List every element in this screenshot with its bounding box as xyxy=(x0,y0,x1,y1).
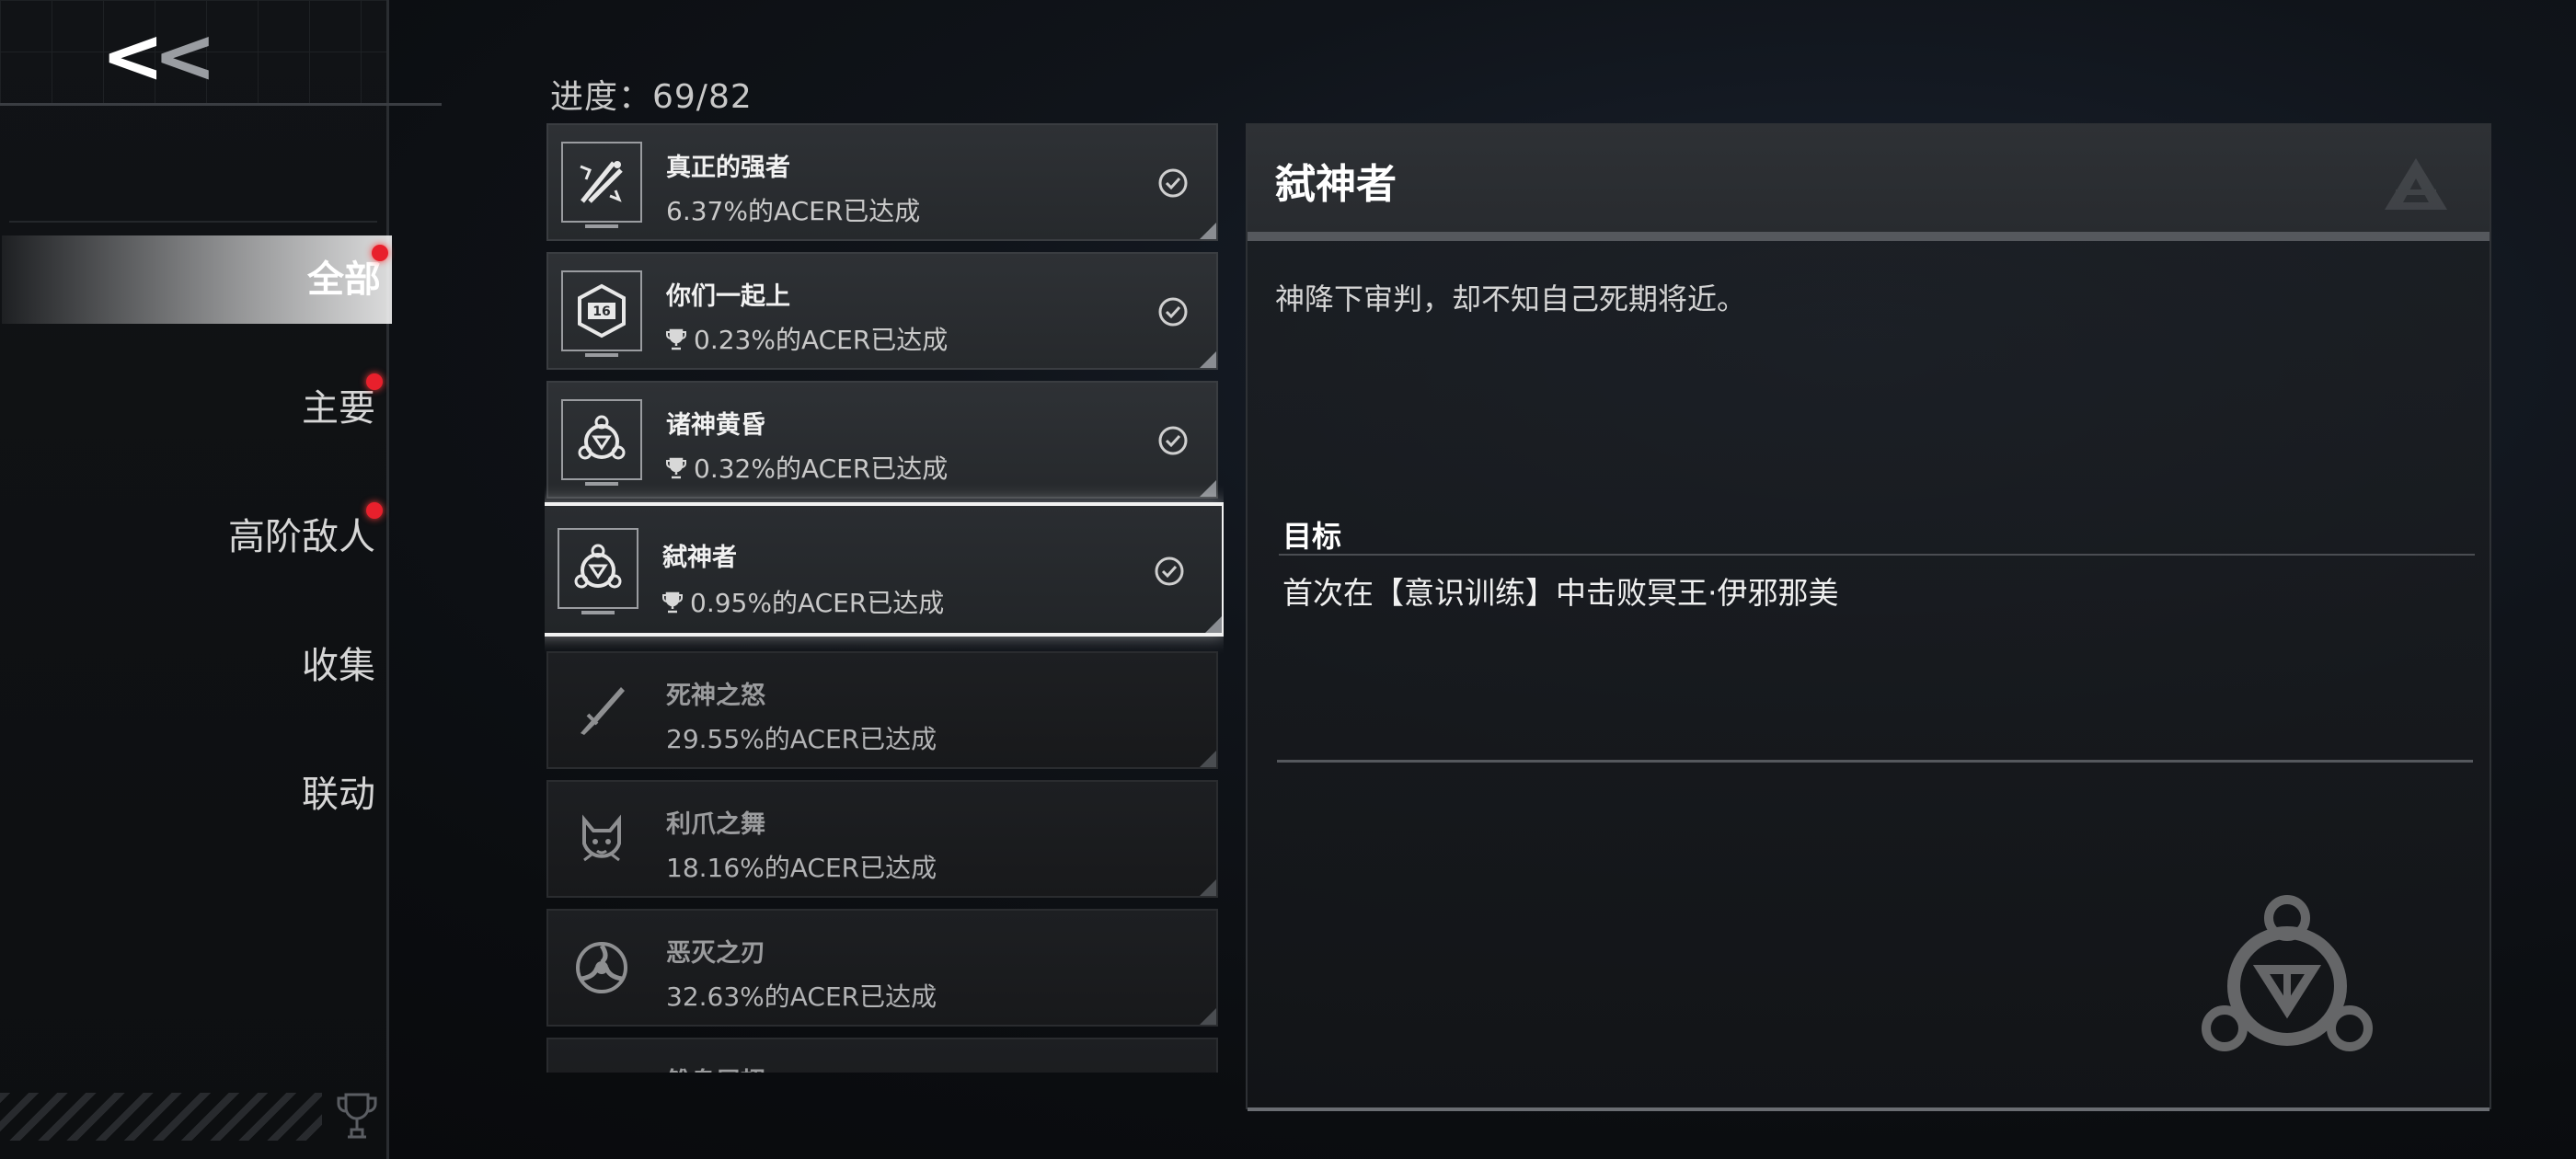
achievement-title: 恶灭之刃 xyxy=(666,939,765,968)
achievement-card[interactable]: 诸神黄昏 0.32%的ACER已达成 xyxy=(546,381,1218,499)
check-circle-icon xyxy=(1155,557,1184,586)
nav-item-all[interactable]: 全部 xyxy=(2,235,392,324)
bird-icon xyxy=(561,1056,642,1073)
achievement-title: 诸神黄昏 xyxy=(666,411,765,440)
detail-header: 弑神者 xyxy=(1248,125,2490,241)
corner-decoration xyxy=(1200,751,1216,767)
corner-decoration xyxy=(1200,223,1216,239)
nav-item-label: 收集 xyxy=(302,645,375,687)
chevron-left-icon: < xyxy=(101,13,165,100)
check-circle-icon xyxy=(1158,168,1188,198)
achievement-card-locked[interactable]: 恶灭之刃 32.63%的ACER已达成 xyxy=(546,909,1218,1027)
svg-text:16: 16 xyxy=(592,304,610,319)
achievement-rate: 32.63%的ACER已达成 xyxy=(666,977,937,1014)
trophy-icon xyxy=(666,328,686,350)
detail-title: 弑神者 xyxy=(1275,161,1397,208)
achievement-card-locked[interactable]: 利爪之舞 18.16%的ACER已达成 xyxy=(546,780,1218,898)
triskelion-icon xyxy=(2202,895,2373,1051)
achievement-rate-text: 32.63%的ACER已达成 xyxy=(666,981,937,1012)
achievement-rate-text: 29.55%的ACER已达成 xyxy=(666,724,937,754)
achievement-card-selected[interactable]: 弑神者 0.95%的ACER已达成 xyxy=(545,502,1224,637)
nav-item-label: 高阶敌人 xyxy=(228,516,375,558)
divider xyxy=(1277,760,2473,763)
progress-text: 进度：69/82 xyxy=(550,78,753,116)
corner-decoration xyxy=(1200,351,1216,368)
achievement-list[interactable]: 真正的强者 6.37%的ACER已达成 16 你们一起上 0.23%的ACER已… xyxy=(545,121,1224,1073)
achievement-rate: 18.16%的ACER已达成 xyxy=(666,848,937,885)
logo-icon xyxy=(2385,158,2447,210)
achievement-card-locked[interactable]: 死神之怒 29.55%的ACER已达成 xyxy=(546,651,1218,769)
achievement-title: 利爪之舞 xyxy=(666,810,765,839)
achievement-card-locked[interactable]: 雏鸟展翅 xyxy=(546,1038,1218,1073)
nav-item-label: 主要 xyxy=(302,387,375,430)
achievement-rate: 0.23%的ACER已达成 xyxy=(666,320,948,357)
goal-text: 首次在【意识训练】中击败冥王·伊邪那美 xyxy=(1282,575,1839,611)
achievement-rate-text: 0.32%的ACER已达成 xyxy=(694,453,949,484)
trophy-icon xyxy=(666,457,686,479)
achievement-title: 雏鸟展翅 xyxy=(666,1061,765,1073)
goal-label: 目标 xyxy=(1282,519,1342,554)
achievement-title: 死神之怒 xyxy=(666,682,765,710)
detail-description: 神降下审判，却不知自己死期将近。 xyxy=(1275,281,1747,316)
nav-item-elite-enemies[interactable]: 高阶敌人 xyxy=(0,493,386,581)
achievement-rate-text: 18.16%的ACER已达成 xyxy=(666,853,937,883)
triskelion-icon xyxy=(561,399,642,486)
corner-decoration xyxy=(1200,1008,1216,1025)
blade-icon xyxy=(561,670,642,751)
check-circle-icon xyxy=(1158,297,1188,327)
back-button[interactable]: << xyxy=(101,19,221,95)
achievement-title: 真正的强者 xyxy=(666,154,790,182)
nav-item-main[interactable]: 主要 xyxy=(0,364,386,453)
triskelion-icon xyxy=(558,528,638,614)
achievement-card[interactable]: 16 你们一起上 0.23%的ACER已达成 xyxy=(546,252,1218,370)
divider xyxy=(1248,1107,2490,1111)
achievement-title: 你们一起上 xyxy=(666,282,790,311)
nav-item-label: 全部 xyxy=(307,258,381,301)
divider xyxy=(1279,554,2475,556)
sidebar: << 全部 主要 高阶敌人 收集 联动 xyxy=(0,0,442,1159)
check-circle-icon xyxy=(1158,426,1188,455)
achievement-rate-text: 0.95%的ACER已达成 xyxy=(690,588,945,618)
achievement-rate-text: 0.23%的ACER已达成 xyxy=(694,325,949,355)
achievement-detail-panel: 弑神者 神降下审判，却不知自己死期将近。 目标 首次在【意识训练】中击败冥王·伊… xyxy=(1246,123,2491,1111)
triple-blade-circle-icon xyxy=(561,927,642,1008)
crossed-swords-icon xyxy=(561,142,642,228)
achievement-rate: 0.95%的ACER已达成 xyxy=(662,583,944,620)
notification-dot xyxy=(366,373,383,390)
stripe-decoration xyxy=(0,1093,322,1141)
chevron-left-icon: < xyxy=(153,13,217,100)
achievement-rate: 0.32%的ACER已达成 xyxy=(666,449,948,486)
achievement-card[interactable]: 真正的强者 6.37%的ACER已达成 xyxy=(546,123,1218,241)
nav-item-collection[interactable]: 收集 xyxy=(0,622,386,710)
corner-decoration xyxy=(1200,879,1216,896)
corner-decoration xyxy=(1200,480,1216,497)
corner-decoration xyxy=(1205,616,1222,633)
nav-item-label: 联动 xyxy=(302,774,375,816)
divider xyxy=(0,103,442,106)
achievement-rate: 29.55%的ACER已达成 xyxy=(666,719,937,756)
achievement-rate-text: 6.37%的ACER已达成 xyxy=(666,196,921,226)
notification-dot xyxy=(366,502,383,519)
trophy-icon xyxy=(337,1093,377,1139)
nav-item-collab[interactable]: 联动 xyxy=(0,751,386,839)
hexagon-16-icon: 16 xyxy=(561,270,642,357)
notification-dot xyxy=(372,245,388,261)
divider xyxy=(9,221,377,223)
cat-face-icon xyxy=(561,798,642,879)
trophy-icon xyxy=(662,591,683,614)
achievement-rate: 6.37%的ACER已达成 xyxy=(666,191,920,228)
achievement-title: 弑神者 xyxy=(662,544,737,572)
